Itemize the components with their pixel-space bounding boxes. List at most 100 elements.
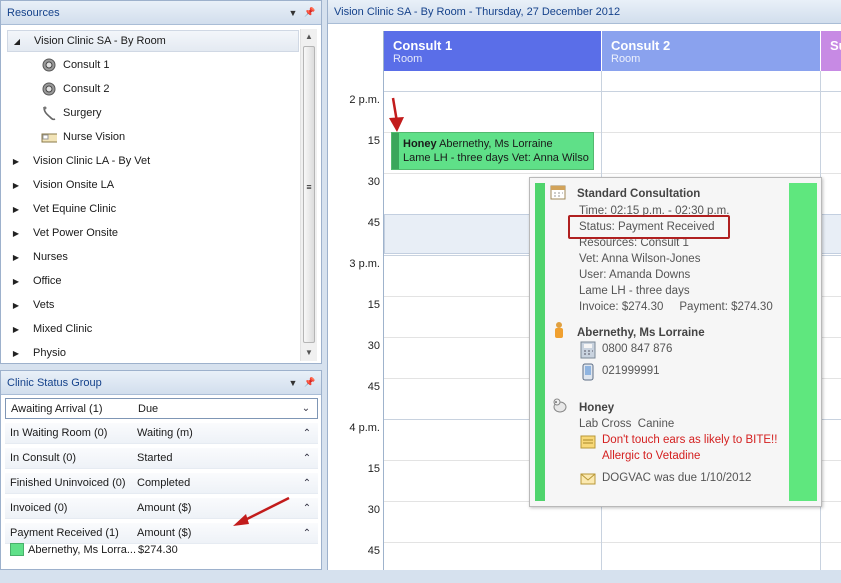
time-label: 15 bbox=[367, 299, 380, 311]
status-entry-amount: $274.30 bbox=[138, 543, 178, 556]
appointment-status-bar bbox=[392, 133, 399, 169]
appointment-line-2: Lame LH - three days Vet: Anna Wilso bbox=[403, 152, 589, 164]
time-label: 30 bbox=[367, 340, 380, 352]
tree-item[interactable]: ◢ Vision Clinic SA - By Room bbox=[7, 30, 299, 52]
tree-item[interactable]: ▶ Vision Clinic LA - By Vet bbox=[3, 150, 293, 172]
column-name: Consult 1 bbox=[393, 38, 453, 53]
column-sub: Room bbox=[611, 53, 641, 65]
time-label: 4 p.m. bbox=[349, 422, 380, 434]
tree-item[interactable]: ▶ Physio bbox=[3, 342, 293, 364]
tooltip-reason: Lame LH - three days bbox=[579, 285, 690, 297]
chevron-up-icon[interactable]: ⌃ bbox=[296, 503, 318, 514]
collapsed-triangle-icon[interactable]: ▶ bbox=[11, 301, 21, 310]
pin-icon[interactable]: 📌 bbox=[304, 7, 316, 18]
status-group-name: Finished Uninvoiced (0) bbox=[10, 477, 126, 489]
tooltip-color-bar bbox=[535, 183, 545, 501]
tree-item[interactable]: ▶ Vet Equine Clinic bbox=[3, 198, 293, 220]
scroll-up-icon[interactable]: ▲ bbox=[301, 29, 317, 45]
dropdown-icon[interactable]: ▼ bbox=[287, 378, 299, 388]
time-label: 3 p.m. bbox=[349, 258, 380, 270]
tree-item-label: Office bbox=[33, 275, 62, 287]
tree-item[interactable]: ▶ Nurses bbox=[3, 246, 293, 268]
tooltip-invoice: Invoice: $274.30 Payment: $274.30 bbox=[579, 301, 773, 313]
dropdown-icon[interactable]: ▼ bbox=[287, 8, 299, 18]
time-label: 15 bbox=[367, 463, 380, 475]
mobile-icon bbox=[582, 363, 594, 381]
scroll-down-icon[interactable]: ▼ bbox=[301, 345, 317, 361]
status-group-row[interactable]: In Waiting Room (0) Waiting (m) ⌃ bbox=[5, 423, 318, 444]
resources-panel-header: Resources ▼ 📌 bbox=[1, 1, 321, 25]
tooltip-warning-2: Allergic to Vetadine bbox=[602, 450, 701, 462]
chevron-up-icon[interactable]: ⌃ bbox=[296, 453, 318, 464]
time-slot[interactable] bbox=[384, 542, 841, 583]
time-label: 45 bbox=[367, 545, 380, 557]
status-group-row[interactable]: Finished Uninvoiced (0) Completed ⌃ bbox=[5, 473, 318, 494]
tree-item-label: Vision Clinic LA - By Vet bbox=[33, 155, 151, 167]
scroll-thumb[interactable]: ≡ bbox=[303, 46, 315, 343]
tree-item-label: Vet Power Onsite bbox=[33, 227, 118, 239]
tooltip-phone-1: 0800 847 876 bbox=[602, 343, 673, 355]
tooltip-color-bar bbox=[789, 183, 817, 501]
collapsed-triangle-icon[interactable]: ▶ bbox=[11, 229, 21, 238]
chevron-up-icon[interactable]: ⌃ bbox=[296, 528, 318, 539]
status-group-name: In Waiting Room (0) bbox=[10, 427, 108, 439]
status-entry-row[interactable]: Abernethy, Ms Lorra... $274.30 bbox=[5, 539, 318, 560]
expanded-triangle-icon[interactable]: ◢ bbox=[12, 37, 22, 46]
tree-item[interactable]: ▶ Vision Onsite LA bbox=[3, 174, 293, 196]
tree-item[interactable]: ▶ Vet Power Onsite bbox=[3, 222, 293, 244]
tree-item-label: Consult 1 bbox=[63, 59, 110, 71]
collapsed-triangle-icon[interactable]: ▶ bbox=[11, 349, 21, 358]
column-header-surgery[interactable]: Su bbox=[821, 31, 841, 71]
tree-item[interactable]: Consult 2 bbox=[3, 78, 293, 100]
chevron-up-icon[interactable]: ⌃ bbox=[296, 478, 318, 489]
chevron-up-icon[interactable]: ⌃ bbox=[296, 428, 318, 439]
appointment-block[interactable]: Honey Abernethy, Ms Lorraine Lame LH - t… bbox=[391, 132, 594, 170]
tooltip-warning-1: Don't touch ears as likely to BITE!! bbox=[602, 434, 778, 446]
status-group-row[interactable]: Awaiting Arrival (1) Due ⌄ bbox=[5, 398, 318, 419]
appointment-patient: Honey bbox=[403, 138, 437, 150]
collapsed-triangle-icon[interactable]: ▶ bbox=[11, 277, 21, 286]
tree-item[interactable]: Consult 1 bbox=[3, 54, 293, 76]
time-slot[interactable] bbox=[384, 91, 841, 132]
collapsed-triangle-icon[interactable]: ▶ bbox=[11, 325, 21, 334]
time-label: 2 p.m. bbox=[349, 94, 380, 106]
time-label: 30 bbox=[367, 504, 380, 516]
tree-item[interactable]: ▶ Vets bbox=[3, 294, 293, 316]
tooltip-phone-2: 021999991 bbox=[602, 365, 660, 377]
status-group-row[interactable]: In Consult (0) Started ⌃ bbox=[5, 448, 318, 469]
pin-icon[interactable]: 📌 bbox=[304, 377, 316, 388]
time-label: 45 bbox=[367, 217, 380, 229]
reminder-icon bbox=[580, 473, 596, 485]
dog-icon bbox=[553, 398, 567, 413]
resources-scrollbar[interactable]: ▲ ≡ ▼ bbox=[300, 29, 317, 361]
chevron-down-icon[interactable]: ⌄ bbox=[295, 403, 317, 414]
time-label: 45 bbox=[367, 381, 380, 393]
collapsed-triangle-icon[interactable]: ▶ bbox=[11, 181, 21, 190]
column-header-consult-1[interactable]: Consult 1 Room bbox=[384, 31, 601, 71]
column-divider bbox=[383, 31, 384, 570]
status-panel: Clinic Status Group ▼ 📌 Awaiting Arrival… bbox=[0, 370, 322, 570]
column-name: Su bbox=[830, 38, 841, 53]
calendar-title: Vision Clinic SA - By Room - Thursday, 2… bbox=[328, 0, 841, 24]
collapsed-triangle-icon[interactable]: ▶ bbox=[11, 253, 21, 262]
status-group-column: Waiting (m) bbox=[137, 427, 193, 439]
column-header-consult-2[interactable]: Consult 2 Room bbox=[602, 31, 820, 71]
appointment-line-1: Honey Abernethy, Ms Lorraine bbox=[403, 138, 553, 150]
status-color-swatch bbox=[10, 543, 24, 556]
tree-item-label: Surgery bbox=[63, 107, 102, 119]
collapsed-triangle-icon[interactable]: ▶ bbox=[11, 157, 21, 166]
tree-item[interactable]: Nurse Vision bbox=[3, 126, 293, 148]
tree-item[interactable]: ▶ Office bbox=[3, 270, 293, 292]
collapsed-triangle-icon[interactable]: ▶ bbox=[11, 205, 21, 214]
annotation-arrow bbox=[389, 97, 404, 132]
tree-item[interactable]: Surgery bbox=[3, 102, 293, 124]
tree-item[interactable]: ▶ Mixed Clinic bbox=[3, 318, 293, 340]
tooltip-vet: Vet: Anna Wilson-Jones bbox=[579, 253, 701, 265]
tree-item-label: Consult 2 bbox=[63, 83, 110, 95]
tree-item-label: Nurse Vision bbox=[63, 131, 126, 143]
status-group-column: Completed bbox=[137, 477, 191, 489]
tooltip-breed: Lab Cross Canine bbox=[579, 418, 675, 430]
tree-item-label: Mixed Clinic bbox=[33, 323, 93, 335]
tree-item-label: Nurses bbox=[33, 251, 68, 263]
time-slot[interactable] bbox=[384, 501, 841, 542]
